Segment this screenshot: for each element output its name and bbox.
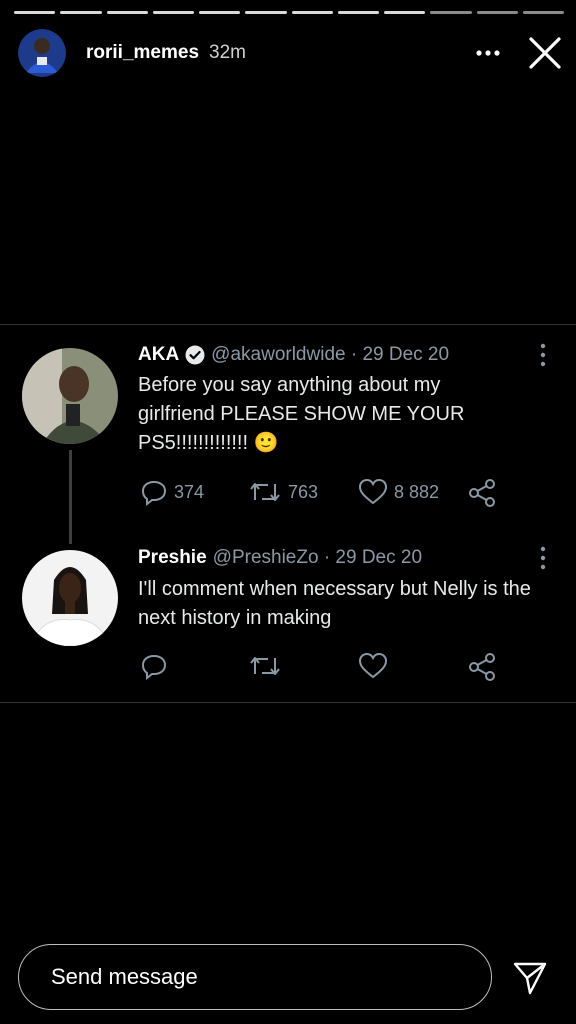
close-icon[interactable] bbox=[528, 36, 562, 70]
reply-button[interactable] bbox=[140, 652, 168, 680]
tweet-text: Before you say anything about my girlfri… bbox=[138, 374, 465, 454]
thread-line bbox=[69, 450, 72, 544]
tweet-header-preshie: Preshie @PreshieZo · 29 Dec 20 bbox=[138, 547, 422, 569]
progress-segment bbox=[522, 11, 564, 14]
send-icon[interactable] bbox=[512, 960, 548, 996]
progress-segment bbox=[245, 11, 287, 14]
progress-segment bbox=[199, 11, 241, 14]
message-placeholder: Send message bbox=[51, 964, 198, 989]
story-header: rorii_memes 32m bbox=[18, 28, 562, 78]
retweet-button[interactable]: 763 bbox=[248, 478, 318, 506]
progress-segment bbox=[60, 11, 102, 14]
progress-segment bbox=[476, 11, 518, 14]
reply-icon bbox=[141, 480, 167, 506]
reply-button[interactable]: 374 bbox=[140, 478, 204, 506]
progress-segment bbox=[14, 11, 56, 14]
retweet-button[interactable] bbox=[248, 652, 282, 680]
progress-segment bbox=[337, 11, 379, 14]
retweet-icon bbox=[250, 483, 280, 501]
reply-count: 374 bbox=[174, 481, 205, 502]
tweet-handle[interactable]: @PreshieZo · 29 Dec 20 bbox=[213, 547, 422, 569]
tweet-actions bbox=[140, 652, 500, 682]
tweet-name[interactable]: Preshie bbox=[138, 547, 207, 569]
like-count: 8 882 bbox=[394, 481, 440, 502]
tweet-avatar-aka[interactable] bbox=[22, 348, 118, 444]
verified-icon bbox=[185, 345, 205, 365]
share-icon[interactable] bbox=[467, 478, 497, 508]
more-icon[interactable] bbox=[540, 343, 546, 367]
story-progress-bar bbox=[14, 11, 564, 14]
progress-segment bbox=[384, 11, 426, 14]
story-avatar[interactable] bbox=[18, 29, 66, 77]
progress-segment bbox=[430, 11, 472, 14]
like-icon bbox=[358, 478, 388, 505]
story-time: 32m bbox=[209, 42, 246, 63]
tweet-header-aka: AKA @akaworldwide · 29 Dec 20 bbox=[138, 344, 449, 366]
tweet-text: I'll comment when necessary but Nelly is… bbox=[138, 578, 531, 629]
progress-segment bbox=[106, 11, 148, 14]
message-input[interactable]: Send message bbox=[18, 944, 492, 1010]
progress-segment bbox=[291, 11, 333, 14]
divider-bottom bbox=[0, 702, 576, 703]
tweet-avatar-preshie[interactable] bbox=[22, 550, 118, 646]
more-icon[interactable] bbox=[474, 41, 502, 65]
like-button[interactable]: 8 882 bbox=[358, 478, 439, 506]
like-button[interactable] bbox=[358, 652, 388, 680]
tweet-actions: 374 763 8 882 bbox=[140, 478, 500, 508]
story-username[interactable]: rorii_memes bbox=[86, 42, 199, 64]
retweet-icon bbox=[250, 657, 280, 675]
divider-top bbox=[0, 324, 576, 325]
retweet-count: 763 bbox=[288, 481, 319, 502]
progress-segment bbox=[152, 11, 194, 14]
reply-icon bbox=[141, 654, 167, 680]
share-icon[interactable] bbox=[467, 652, 497, 682]
like-icon bbox=[358, 652, 388, 679]
tweet-name[interactable]: AKA bbox=[138, 344, 179, 366]
tweet-handle[interactable]: @akaworldwide · 29 Dec 20 bbox=[211, 344, 449, 366]
more-icon[interactable] bbox=[540, 546, 546, 570]
